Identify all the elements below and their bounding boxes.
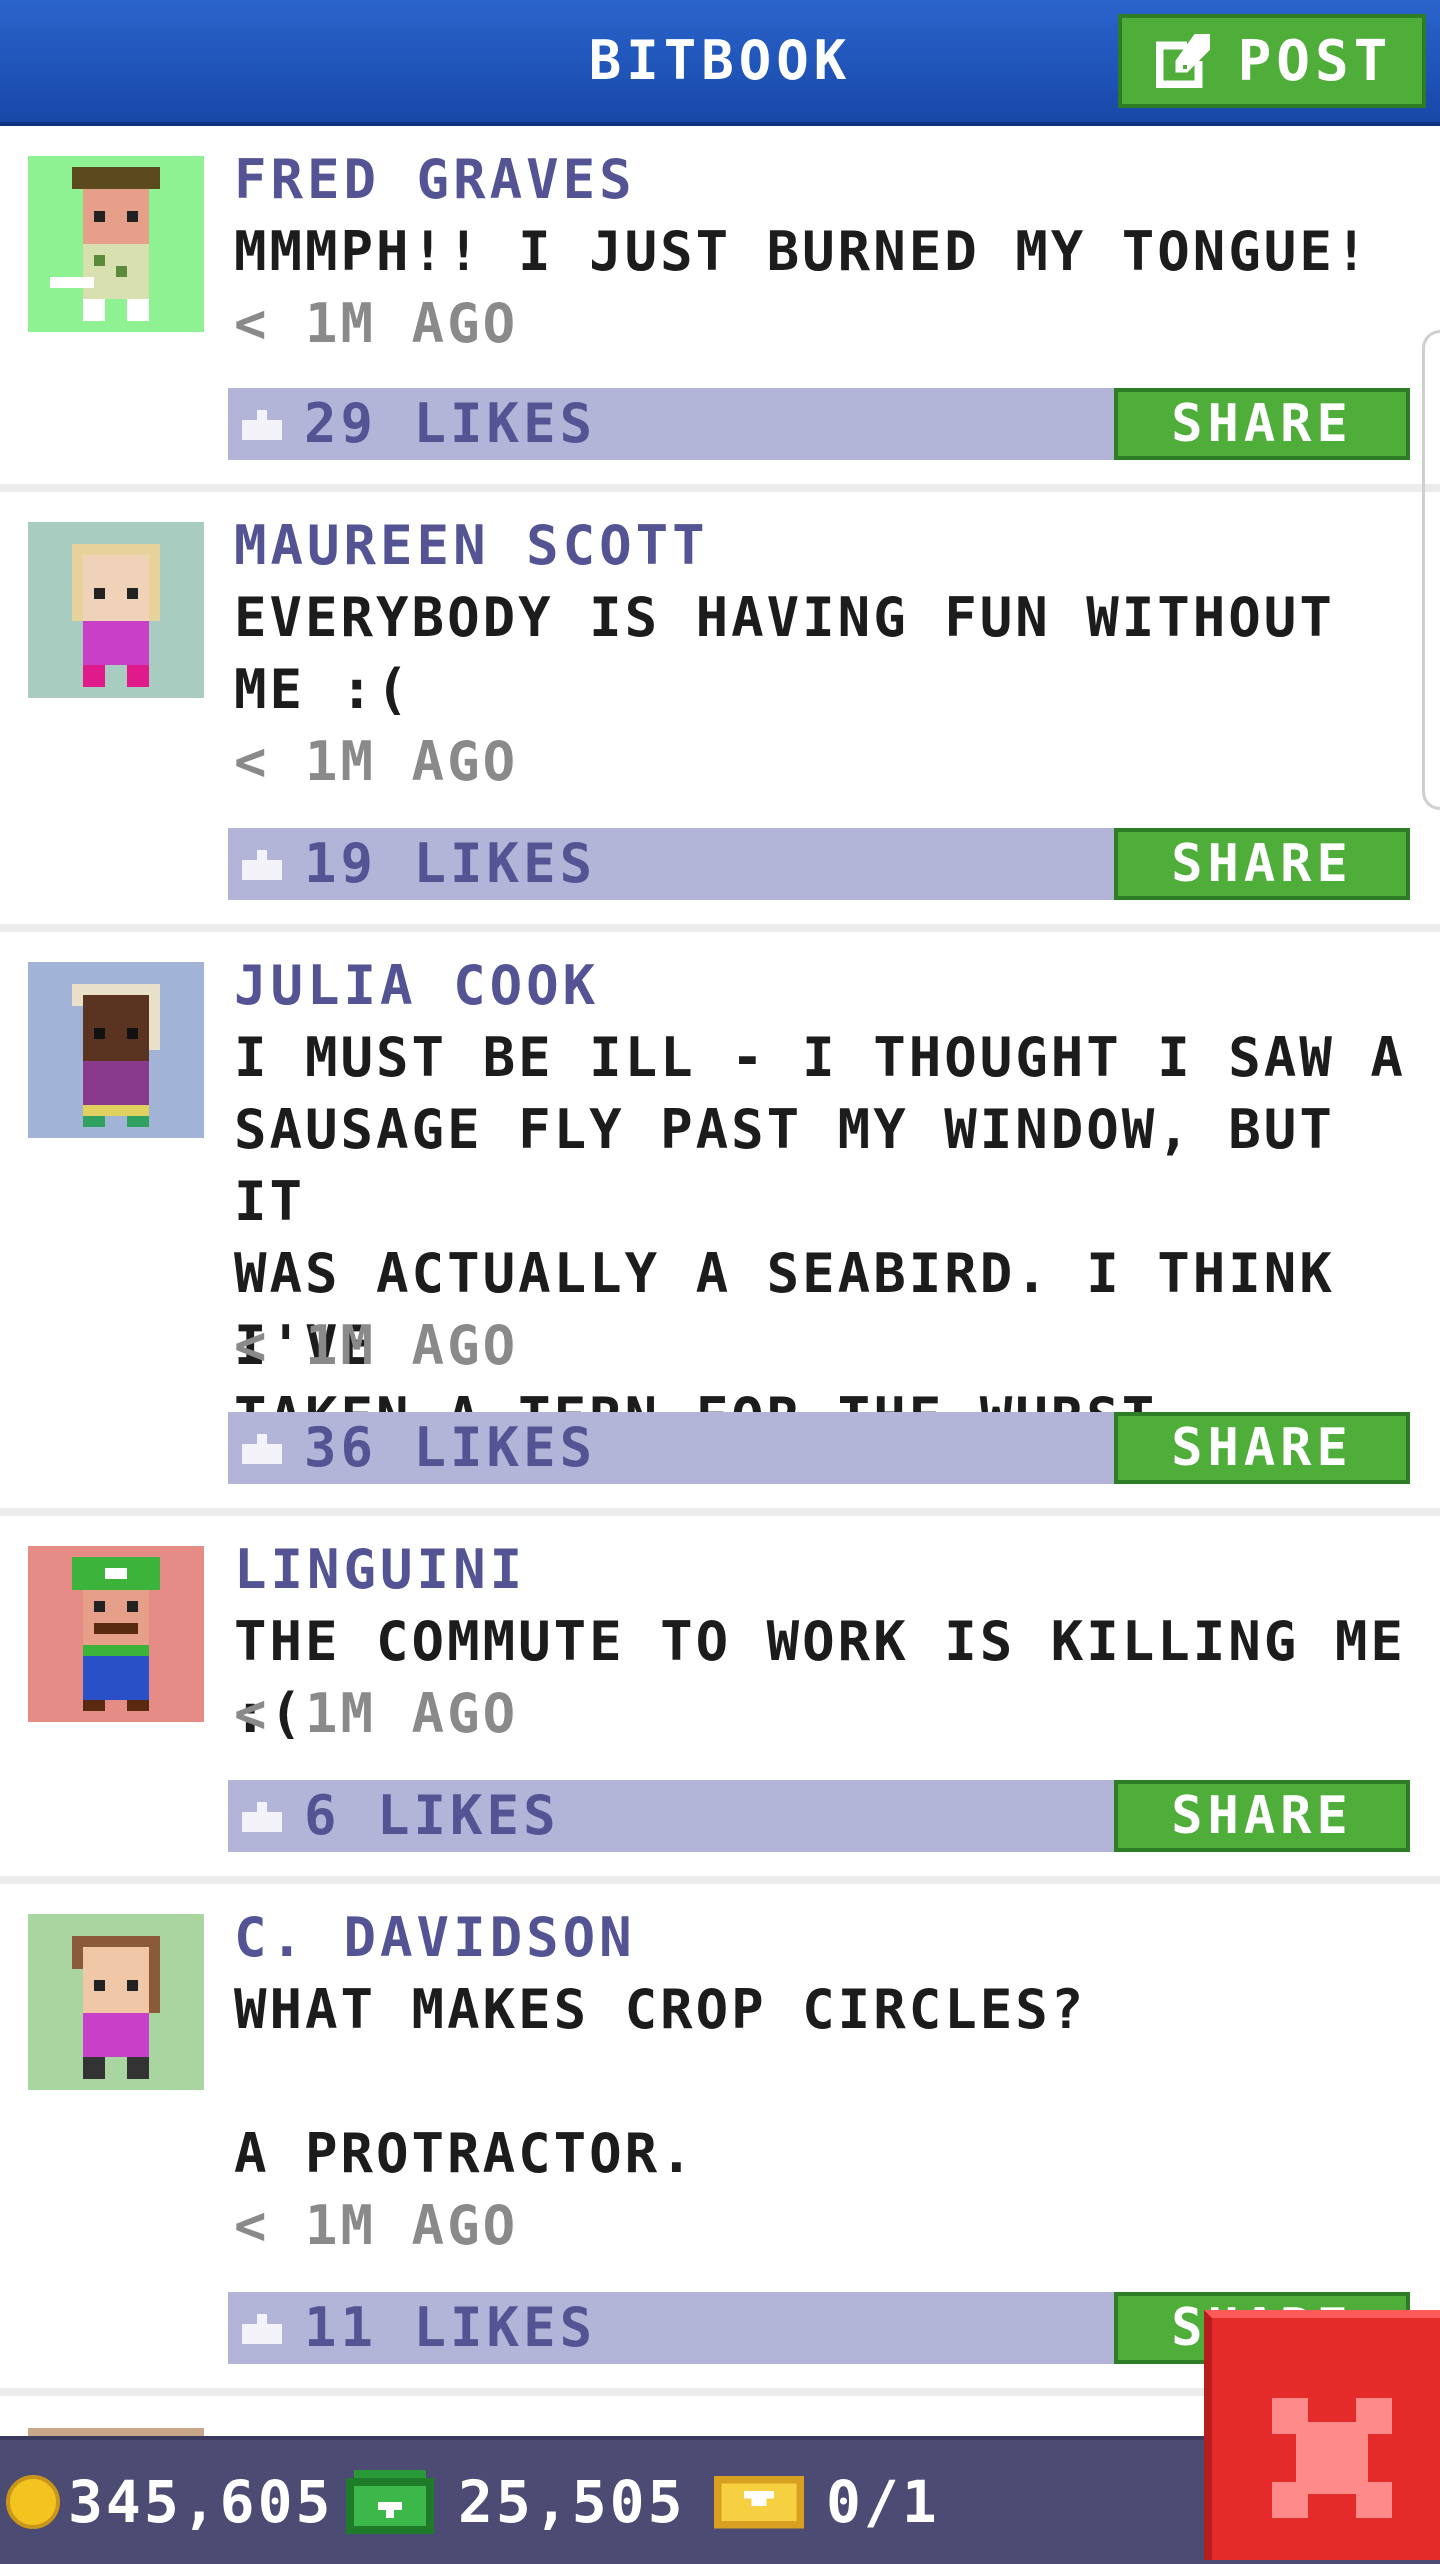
post-message: EVERYBODY IS HAVING FUN WITHOUT ME :( (234, 586, 1335, 721)
like-icon (242, 1434, 282, 1464)
post-time: < 1M AGO (234, 730, 519, 793)
post-author[interactable]: C. DAVIDSON (234, 1902, 636, 1974)
post-message: MMMPH!! I JUST BURNED MY TONGUE! (234, 220, 1371, 283)
post-author[interactable]: LINGUINI (234, 1534, 526, 1606)
avatar-woman-dark-icon (28, 962, 204, 1138)
coins-stat[interactable]: 345,605 (6, 2440, 333, 2564)
post-author[interactable]: JULIA COOK (234, 950, 599, 1022)
bux-stat[interactable]: 25,505 (346, 2440, 686, 2564)
app-header: BITBOOK POST (0, 0, 1440, 126)
share-button[interactable]: SHARE (1114, 1412, 1410, 1484)
post-message: I MUST BE ILL - I THOUGHT I SAW A SAUSAG… (234, 1026, 1406, 1449)
share-button[interactable]: SHARE (1114, 828, 1410, 900)
avatar-woman-brunette-icon (28, 1914, 204, 2090)
like-icon (242, 850, 282, 880)
likes-count[interactable]: 36 LIKES (304, 1412, 596, 1484)
post-button[interactable]: POST (1118, 14, 1426, 108)
avatar-woman-blonde-icon (28, 522, 204, 698)
likes-bar: 19 LIKES SHARE (228, 828, 1410, 900)
avatar-plumber-icon (28, 1546, 204, 1722)
close-button[interactable] (1204, 2310, 1440, 2560)
post-item: MAUREEN SCOTT EVERYBODY IS HAVING FUN WI… (0, 492, 1440, 932)
likes-count[interactable]: 19 LIKES (304, 828, 596, 900)
coin-icon (6, 2475, 60, 2529)
ticket-icon (714, 2475, 804, 2529)
post-item: FRED GRAVES MMMPH!! I JUST BURNED MY TON… (0, 126, 1440, 492)
like-icon (242, 410, 282, 440)
close-icon (1272, 2398, 1392, 2518)
likes-bar: 36 LIKES SHARE (228, 1412, 1410, 1484)
scroll-indicator[interactable] (1422, 330, 1440, 810)
post-edit-icon (1155, 33, 1210, 89)
post-item: JULIA COOK I MUST BE ILL - I THOUGHT I S… (0, 932, 1440, 1516)
like-icon (242, 2314, 282, 2344)
post-item: LINGUINI THE COMMUTE TO WORK IS KILLING … (0, 1516, 1440, 1884)
share-button[interactable]: SHARE (1114, 388, 1410, 460)
avatar[interactable] (28, 1546, 204, 1722)
bux-value: 25,505 (458, 2468, 686, 2536)
likes-bar: 29 LIKES SHARE (228, 388, 1410, 460)
avatar[interactable] (28, 156, 204, 332)
avatar-golfer-icon (28, 156, 204, 332)
avatar[interactable] (28, 1914, 204, 2090)
coins-value: 345,605 (68, 2468, 334, 2536)
bux-icon (346, 2470, 434, 2534)
share-button[interactable]: SHARE (1114, 1780, 1410, 1852)
likes-bar: 6 LIKES SHARE (228, 1780, 1410, 1852)
post-time: < 1M AGO (234, 2194, 519, 2257)
tickets-stat[interactable]: 0/1 (714, 2440, 940, 2564)
like-icon (242, 1802, 282, 1832)
likes-count[interactable]: 11 LIKES (304, 2292, 596, 2364)
tickets-value: 0/1 (826, 2468, 940, 2536)
avatar[interactable] (28, 962, 204, 1138)
avatar[interactable] (28, 522, 204, 698)
post-message: WHAT MAKES CROP CIRCLES? A PROTRACTOR. (234, 1978, 1087, 2185)
post-button-label: POST (1237, 28, 1393, 94)
likes-count[interactable]: 6 LIKES (304, 1780, 560, 1852)
post-time: < 1M AGO (234, 1682, 519, 1745)
post-time: < 1M AGO (234, 292, 519, 355)
post-author[interactable]: FRED GRAVES (234, 144, 636, 216)
likes-count[interactable]: 29 LIKES (304, 388, 596, 460)
post-author[interactable]: MAUREEN SCOTT (234, 510, 709, 582)
post-time: < 1M AGO (234, 1314, 519, 1377)
